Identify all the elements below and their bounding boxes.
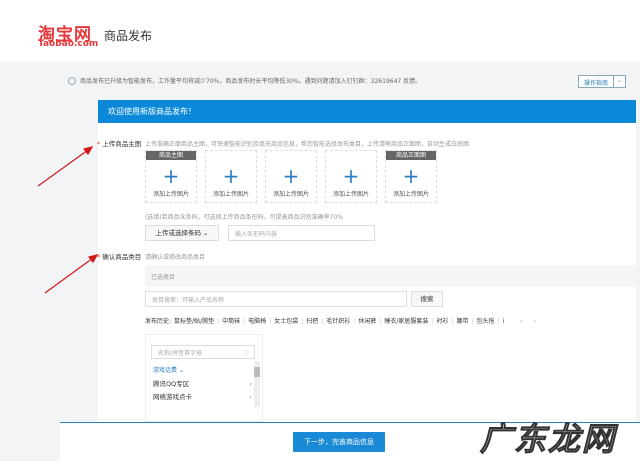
red-arrow-icon xyxy=(37,146,99,294)
annotation-arrows xyxy=(37,146,99,294)
watermark: 广东龙网 xyxy=(479,420,617,459)
